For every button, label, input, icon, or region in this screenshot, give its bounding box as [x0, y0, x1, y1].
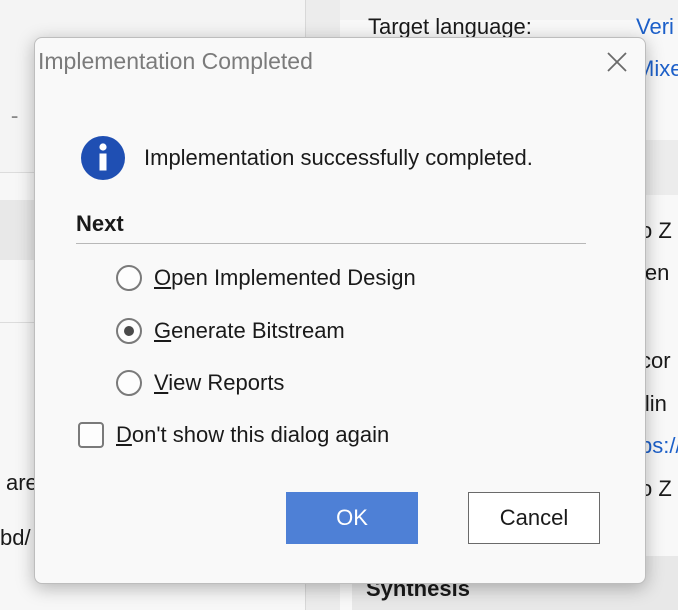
implementation-completed-dialog: Implementation Completed Implementation … [34, 37, 646, 584]
cancel-button[interactable]: Cancel [468, 492, 600, 544]
close-button[interactable] [601, 46, 633, 78]
checkbox-label: Don't show this dialog again [116, 422, 390, 447]
dont-show-again-checkbox[interactable] [78, 422, 104, 448]
view-reports-option[interactable]: View Reports [116, 367, 284, 399]
option-label: Generate Bitstream [154, 318, 345, 343]
dialog-title: Implementation Completed [38, 48, 313, 74]
left-panel-text-fragment: bd/ [0, 525, 31, 550]
section-divider [76, 243, 586, 244]
next-section-title: Next [76, 211, 124, 236]
radio-button[interactable] [116, 370, 142, 396]
ok-button[interactable]: OK [286, 492, 418, 544]
generate-bitstream-option[interactable]: Generate Bitstream [116, 315, 345, 347]
info-icon [81, 136, 125, 180]
open-implemented-design-option[interactable]: Open Implemented Design [116, 262, 416, 294]
completion-message: Implementation successfully completed. [144, 145, 533, 170]
radio-button[interactable] [116, 265, 142, 291]
dont-show-again-checkbox-row[interactable]: Don't show this dialog again [78, 419, 389, 451]
radio-button-selected[interactable] [116, 318, 142, 344]
close-icon [607, 52, 627, 72]
target-language-link[interactable]: Veri [636, 14, 674, 40]
option-label: View Reports [154, 370, 285, 395]
option-label: Open Implemented Design [154, 265, 416, 290]
